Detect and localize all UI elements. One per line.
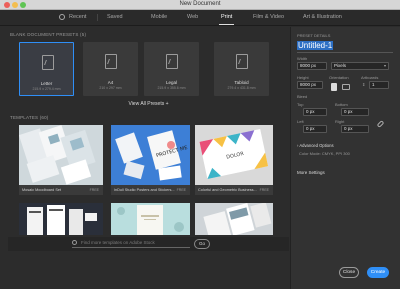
templates-count: (60) — [39, 115, 49, 120]
advanced-options-toggle[interactable]: › Advanced Options — [297, 143, 334, 148]
bleed-label: Bleed — [297, 94, 308, 99]
name-underline — [297, 52, 393, 53]
preset-details-heading: PRESET DETAILS — [297, 33, 331, 38]
preset-dimensions: 210 x 297 mm — [99, 86, 122, 90]
template-card-indull-studio[interactable]: PROTECT ME InDull Studio Posters and Sti… — [111, 125, 190, 195]
more-settings-button[interactable]: More Settings — [297, 170, 325, 175]
template-card-colorful-geometric[interactable]: DOLOR Colorful and Geometric Business...… — [195, 125, 273, 195]
stock-search-bar: Find more templates on Adobe Stock Go — [8, 237, 289, 251]
template-thumbnail: DOLOR — [195, 125, 273, 185]
tab-web[interactable]: Web — [187, 14, 198, 20]
preset-name: Tabloid — [234, 80, 249, 85]
template-card-mosaic-moodboard[interactable]: Mosaic Moodboard Set FREE — [19, 125, 103, 195]
template-caption: Mosaic Moodboard Set FREE — [19, 185, 103, 195]
color-mode-text: Color Mode: CMYK, PPI 300 — [299, 151, 350, 156]
tab-recent[interactable]: Recent — [69, 14, 86, 20]
artboards-input[interactable]: 1 — [369, 81, 389, 89]
document-name-input[interactable]: Untitled-1 — [297, 41, 334, 50]
template-name: Colorful and Geometric Business... — [198, 188, 257, 192]
bottom-label: Bottom — [335, 102, 348, 107]
landscape-orientation-icon[interactable] — [342, 84, 350, 90]
template-card-invitation[interactable] — [111, 203, 190, 235]
view-all-presets-link[interactable]: View All Presets + — [8, 101, 289, 107]
templates-heading: TEMPLATES (60) — [10, 115, 49, 120]
templates-title: TEMPLATES — [10, 115, 39, 120]
template-thumbnail: PROTECT ME — [111, 125, 190, 185]
free-badge: FREE — [176, 188, 186, 192]
tab-art-illustration[interactable]: Art & Illustration — [303, 14, 342, 20]
preset-dimensions: 279.4 x 431.8 mm — [227, 86, 256, 90]
document-icon — [166, 54, 178, 69]
document-icon — [42, 55, 54, 70]
artboards-label: Artboards — [361, 75, 379, 80]
blank-presets-count: (5) — [80, 32, 87, 37]
free-badge: FREE — [259, 188, 269, 192]
document-icon — [105, 54, 117, 69]
presets-panel: BLANK DOCUMENT PRESETS (5) Letter 215.9 … — [8, 27, 289, 289]
go-button[interactable]: Go — [194, 239, 210, 249]
artboards-stepper-icon[interactable]: ⇕ — [362, 82, 365, 87]
preset-name: A4 — [107, 80, 114, 85]
template-name: Mosaic Moodboard Set — [22, 188, 62, 192]
new-document-dialog: New Document Recent Saved Mobile Web Pri… — [0, 0, 400, 289]
bleed-top-input[interactable]: 0 px — [303, 108, 327, 116]
free-badge: FREE — [89, 188, 99, 192]
tab-print[interactable]: Print — [218, 14, 235, 25]
link-bleed-icon[interactable] — [376, 120, 385, 128]
tab-saved[interactable]: Saved — [107, 14, 123, 20]
search-icon — [72, 240, 77, 245]
stock-search-input[interactable]: Find more templates on Adobe Stock — [72, 240, 190, 248]
height-input[interactable]: 8000 px — [297, 81, 323, 89]
preset-card-legal[interactable]: Legal 215.9 x 355.6 mm — [144, 42, 199, 96]
preset-card-a4[interactable]: A4 210 x 297 mm — [83, 42, 138, 96]
blank-presets-heading: BLANK DOCUMENT PRESETS (5) — [10, 32, 86, 37]
template-caption: Colorful and Geometric Business... FREE — [195, 185, 273, 195]
preset-name: Legal — [165, 80, 177, 85]
tab-film-video[interactable]: Film & Video — [253, 14, 284, 20]
preset-details-panel: PRESET DETAILS Untitled-1 Width 8000 px … — [290, 27, 400, 289]
portrait-orientation-icon[interactable] — [331, 83, 337, 91]
template-name: InDull Studio Posters and Stickers... — [114, 188, 175, 192]
clock-icon — [59, 14, 65, 20]
units-select[interactable]: Pixels — [331, 62, 389, 70]
height-label: Height — [297, 75, 309, 80]
width-label: Width — [297, 56, 308, 61]
bleed-bottom-input[interactable]: 0 px — [341, 108, 369, 116]
orientation-label: Orientation — [329, 75, 349, 80]
template-card-brochure[interactable] — [195, 203, 273, 235]
right-label: Right — [335, 119, 345, 124]
category-tabs: Recent Saved Mobile Web Print Film & Vid… — [0, 10, 400, 26]
preset-card-letter[interactable]: Letter 215.9 x 279.4 mm — [19, 42, 74, 96]
preset-dimensions: 215.9 x 355.6 mm — [157, 86, 186, 90]
document-icon — [236, 54, 248, 69]
preset-name: Letter — [40, 81, 53, 86]
tab-divider — [97, 14, 98, 21]
blank-presets-title: BLANK DOCUMENT PRESETS — [10, 32, 79, 37]
title-bar: New Document — [0, 0, 400, 10]
tab-mobile[interactable]: Mobile — [151, 14, 167, 20]
template-thumbnail — [111, 203, 190, 235]
template-card-stationery[interactable] — [19, 203, 103, 235]
template-thumbnail — [19, 125, 103, 185]
search-placeholder: Find more templates on Adobe Stock — [81, 240, 155, 245]
bleed-right-input[interactable]: 0 px — [341, 125, 369, 133]
create-button[interactable]: Create — [367, 267, 389, 278]
left-label: Left — [297, 119, 304, 124]
top-label: Top — [297, 102, 304, 107]
preset-dimensions: 215.9 x 279.4 mm — [32, 87, 61, 91]
template-thumbnail — [19, 203, 103, 235]
preset-card-tabloid[interactable]: Tabloid 279.4 x 431.8 mm — [214, 42, 269, 96]
close-button[interactable]: Close — [339, 267, 359, 278]
bleed-left-input[interactable]: 0 px — [303, 125, 327, 133]
template-thumbnail — [195, 203, 273, 235]
template-caption: InDull Studio Posters and Stickers... FR… — [111, 185, 190, 195]
width-input[interactable]: 8000 px — [297, 62, 327, 70]
advanced-options-label: Advanced Options — [299, 143, 334, 148]
window-title: New Document — [179, 1, 221, 7]
